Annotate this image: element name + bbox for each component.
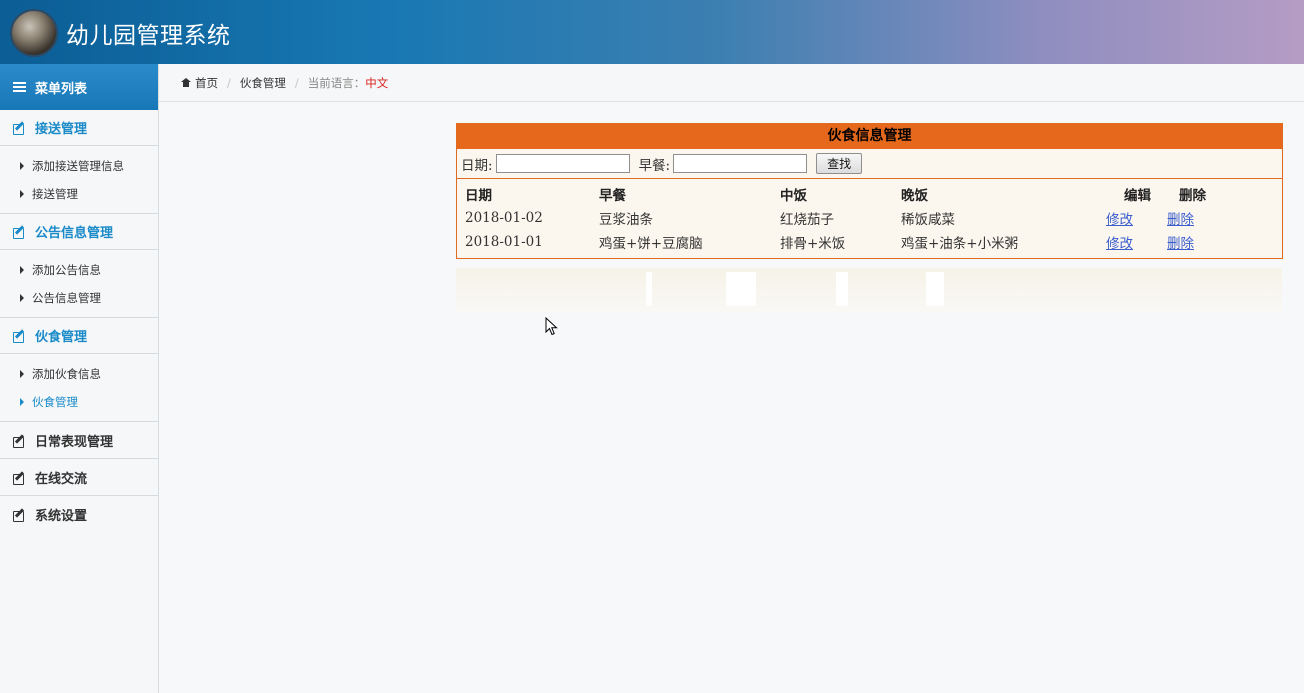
language-value: 中文 [365,75,389,90]
edit-icon [13,509,25,522]
breadcrumb-separator: / [227,75,231,90]
cell-dinner: 鸡蛋+油条+小米粥 [901,236,1019,252]
menu-list-title: 菜单列表 [35,81,88,97]
language-label: 当前语言： [307,75,366,90]
edit-icon [13,472,25,485]
faded-artifact [456,268,1282,312]
app-title: 幼儿园管理系统 [66,23,231,49]
search-button[interactable]: 查找 [816,153,863,174]
caret-right-icon [20,190,24,198]
panel-title: 伙食信息管理 [457,124,1282,149]
date-label: 日期: [461,157,493,174]
column-header-edit: 编辑 [1124,187,1151,204]
sidebar-group-title-chat[interactable]: 在线交流 [0,459,158,495]
sidebar-item-notice[interactable]: 公告信息管理 [0,284,158,312]
edit-icon [13,330,25,343]
sidebar-group-chat: 在线交流 [0,459,158,496]
sidebar-group-title-daily[interactable]: 日常表现管理 [0,422,158,458]
search-row: 日期: 早餐: 查找 [457,149,1282,179]
breadcrumb-current[interactable]: 伙食管理 [240,75,286,91]
sidebar-item-add-meal[interactable]: 添加伙食信息 [0,360,158,388]
menu-list-header: 菜单列表 [0,64,158,110]
caret-right-icon [20,398,24,406]
cell-lunch: 排骨+米饭 [780,236,846,252]
sidebar-item-add-notice[interactable]: 添加公告信息 [0,256,158,284]
breakfast-input[interactable] [673,154,808,173]
cell-breakfast: 豆浆油条 [599,212,653,228]
breadcrumb-separator: / [294,75,299,90]
meal-table: 日期 早餐 中饭 晚饭 编辑 删除 2018-01-02 豆浆油条 红烧茄子 稀… [457,181,1227,254]
top-header: 幼儿园管理系统 [0,0,1304,64]
delete-link[interactable]: 删除 [1167,212,1194,228]
sidebar-group-title-pickup[interactable]: 接送管理 [0,110,158,146]
breadcrumb-home[interactable]: 首页 [195,75,218,91]
sidebar-group-title-settings[interactable]: 系统设置 [0,496,158,532]
sidebar-item-add-pickup[interactable]: 添加接送管理信息 [0,152,158,180]
mouse-cursor-icon [545,317,558,336]
cell-breakfast: 鸡蛋+饼+豆腐脑 [599,236,703,252]
sidebar-group-pickup: 接送管理 添加接送管理信息 接送管理 [0,110,158,214]
column-header-breakfast: 早餐 [599,187,626,204]
edit-icon [13,435,25,448]
table-header-row: 日期 早餐 中饭 晚饭 编辑 删除 [457,181,1227,206]
column-header-delete: 删除 [1179,187,1206,204]
cell-dinner: 稀饭咸菜 [901,212,955,228]
caret-right-icon [20,294,24,302]
table-row: 2018-01-01 鸡蛋+饼+豆腐脑 排骨+米饭 鸡蛋+油条+小米粥 修改 删… [457,230,1227,254]
table-row: 2018-01-02 豆浆油条 红烧茄子 稀饭咸菜 修改 删除 [457,206,1227,230]
sidebar-group-meals: 伙食管理 添加伙食信息 伙食管理 [0,318,158,422]
edit-link[interactable]: 修改 [1106,212,1133,228]
home-icon [181,78,191,87]
sidebar-item-meals[interactable]: 伙食管理 [0,388,158,416]
sidebar-group-title-meals[interactable]: 伙食管理 [0,318,158,354]
meal-management-panel: 伙食信息管理 日期: 早餐: 查找 日期 早餐 中饭 晚饭 编辑 删除 2018… [456,123,1283,259]
caret-right-icon [20,162,24,170]
menu-bars-icon [13,82,26,92]
sidebar: 菜单列表 接送管理 添加接送管理信息 接送管理 公告信息管理 添加公告信息 公告… [0,64,159,693]
edit-link[interactable]: 修改 [1106,236,1133,252]
sidebar-group-title-notice[interactable]: 公告信息管理 [0,214,158,250]
cell-date: 2018-01-02 [465,210,543,226]
breadcrumb: 首页 / 伙食管理 / 当前语言： 中文 [159,64,1304,102]
delete-link[interactable]: 删除 [1167,236,1194,252]
sidebar-group-daily: 日常表现管理 [0,422,158,459]
sidebar-group-notice: 公告信息管理 添加公告信息 公告信息管理 [0,214,158,318]
caret-right-icon [20,370,24,378]
sidebar-group-settings: 系统设置 [0,496,158,532]
avatar[interactable] [10,9,58,57]
edit-icon [13,226,25,239]
column-header-date: 日期 [465,187,492,204]
cell-date: 2018-01-01 [465,234,543,250]
sidebar-item-pickup[interactable]: 接送管理 [0,180,158,208]
date-input[interactable] [495,154,630,173]
caret-right-icon [20,266,24,274]
column-header-lunch: 中饭 [780,187,807,204]
breakfast-label: 早餐: [638,157,671,174]
edit-icon [13,122,25,135]
column-header-dinner: 晚饭 [901,187,928,204]
cell-lunch: 红烧茄子 [780,212,834,228]
